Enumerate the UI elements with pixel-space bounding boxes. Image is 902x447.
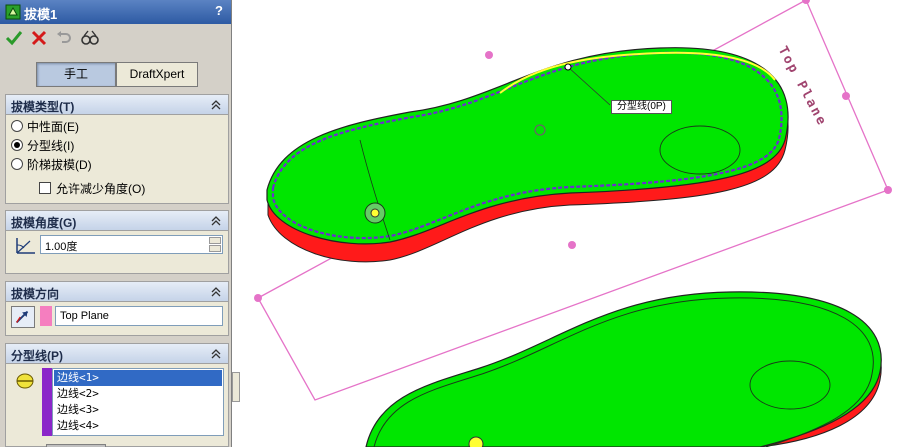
panel-title: 拔模1 bbox=[24, 7, 58, 22]
parting-line-list[interactable]: 边线<1> 边线<2> 边线<3> 边线<4> bbox=[52, 368, 224, 436]
list-item[interactable]: 边线<4> bbox=[54, 418, 222, 434]
checkmark-icon[interactable] bbox=[4, 28, 24, 48]
parting-lines-section: 分型线(P) 边线<1> 边线<2> 边线<3> 边线<4> bbox=[5, 343, 229, 447]
pull-direction-value: Top Plane bbox=[60, 310, 109, 322]
plane-handle[interactable] bbox=[485, 51, 493, 59]
parting-line-callout[interactable]: 分型线(0P) bbox=[611, 100, 672, 114]
plane-handle[interactable] bbox=[254, 294, 262, 302]
angle-icon bbox=[16, 238, 35, 254]
reverse-direction-button[interactable] bbox=[11, 306, 35, 328]
tab-manual[interactable]: 手工 bbox=[36, 62, 116, 87]
parting-line-color-swatch bbox=[42, 368, 52, 436]
draft-angle-title: 拔模角度(G) bbox=[11, 216, 77, 230]
callout-anchor bbox=[564, 63, 572, 71]
collapse-icon[interactable] bbox=[210, 215, 222, 227]
direction-color-swatch bbox=[40, 306, 52, 326]
list-item[interactable]: 边线<1> bbox=[54, 370, 222, 386]
radio-label: 分型线(I) bbox=[27, 139, 75, 153]
draft-angle-value: 1.00度 bbox=[45, 241, 78, 253]
pull-direction-field[interactable]: Top Plane bbox=[55, 306, 223, 326]
mode-tabs: 手工 DraftXpert bbox=[36, 62, 198, 87]
panel-toolbar bbox=[0, 26, 231, 50]
allow-reduce-angle-checkbox[interactable] bbox=[39, 182, 51, 194]
plane-handle[interactable] bbox=[842, 92, 850, 100]
angle-spinner bbox=[209, 237, 221, 252]
draft-type-section: 拔模类型(T) 中性面(E) 分型线(I) 阶梯拔模(D) 允许减少角度(O) bbox=[5, 94, 229, 204]
reverse-direction-icon bbox=[15, 310, 29, 324]
pull-direction-section: 拔模方向 Top Plane bbox=[5, 281, 229, 336]
draft-type-title: 拔模类型(T) bbox=[11, 100, 75, 114]
panel-splitter-handle[interactable] bbox=[232, 372, 240, 402]
undo-icon[interactable] bbox=[54, 28, 74, 48]
collapse-icon[interactable] bbox=[210, 348, 222, 360]
checkbox-label: 允许减少角度(O) bbox=[56, 182, 146, 196]
draft-angle-section: 拔模角度(G) 1.00度 bbox=[5, 210, 229, 274]
parting-lines-header[interactable]: 分型线(P) bbox=[6, 344, 228, 364]
radio-label: 阶梯拔模(D) bbox=[27, 158, 92, 172]
list-item[interactable]: 边线<3> bbox=[54, 402, 222, 418]
spin-down-button[interactable] bbox=[209, 245, 221, 252]
collapse-icon[interactable] bbox=[210, 99, 222, 111]
draft-type-header[interactable]: 拔模类型(T) bbox=[6, 95, 228, 115]
lower-toe-pin bbox=[468, 436, 484, 447]
radio-button-selected[interactable] bbox=[11, 139, 23, 151]
radio-button[interactable] bbox=[11, 158, 23, 170]
graphics-viewport[interactable]: Top Plane 分型线(0P) bbox=[240, 0, 902, 447]
tab-draftxpert[interactable]: DraftXpert bbox=[116, 62, 198, 87]
toe-pin-center bbox=[370, 208, 380, 218]
detailed-preview-icon[interactable] bbox=[80, 28, 100, 48]
pull-direction-title: 拔模方向 bbox=[11, 287, 60, 301]
radio-label: 中性面(E) bbox=[27, 120, 79, 134]
pull-direction-header[interactable]: 拔模方向 bbox=[6, 282, 228, 302]
spin-up-button[interactable] bbox=[209, 237, 221, 244]
property-manager-panel: 拔模1 ? 手工 DraftXpert 拔模类型(T) 中性面(E) 分型线(I… bbox=[0, 0, 232, 447]
parting-lines-title: 分型线(P) bbox=[11, 349, 63, 363]
plane-handle[interactable] bbox=[568, 241, 576, 249]
collapse-icon[interactable] bbox=[210, 286, 222, 298]
panel-titlebar: 拔模1 ? bbox=[0, 0, 231, 24]
plane-handle[interactable] bbox=[802, 0, 810, 4]
list-item[interactable]: 边线<2> bbox=[54, 386, 222, 402]
radio-button[interactable] bbox=[11, 120, 23, 132]
plane-handle[interactable] bbox=[884, 186, 892, 194]
help-button[interactable]: ? bbox=[215, 3, 223, 18]
draft-angle-header[interactable]: 拔模角度(G) bbox=[6, 211, 228, 231]
draft-feature-icon bbox=[5, 4, 21, 20]
x-icon[interactable] bbox=[29, 28, 49, 48]
parting-line-icon bbox=[16, 373, 34, 389]
draft-angle-input[interactable]: 1.00度 bbox=[40, 235, 223, 254]
model-scene bbox=[254, 0, 892, 447]
